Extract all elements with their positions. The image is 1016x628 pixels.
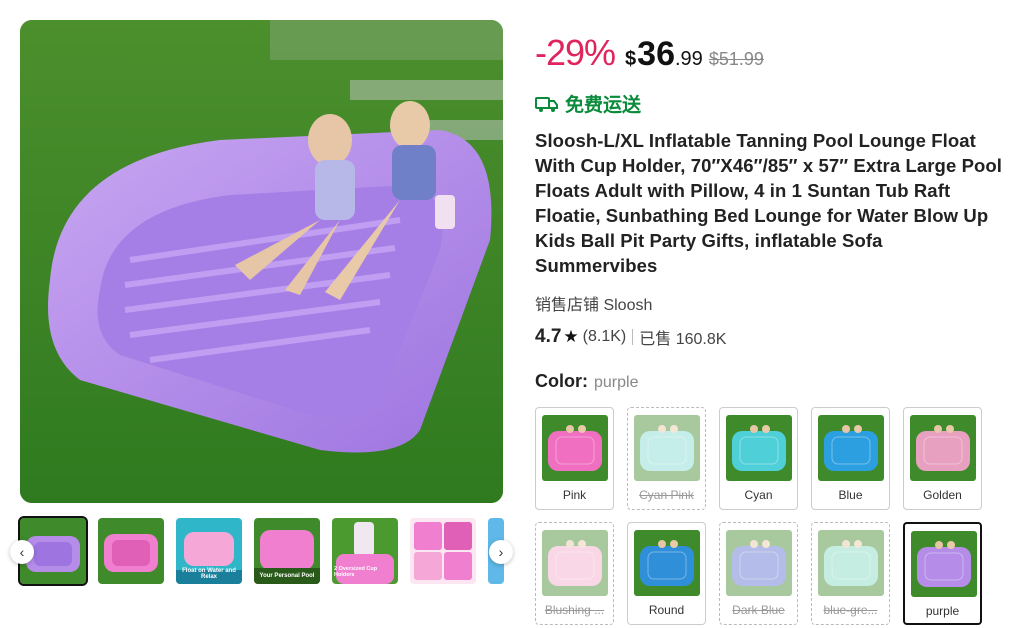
color-option-image [542,415,608,481]
store-link[interactable]: 销售店铺 Sloosh [535,291,652,315]
color-option-label: Golden [923,488,962,502]
thumbnail-2[interactable] [98,518,164,584]
color-option[interactable]: purple [903,522,982,625]
color-option-label: purple [925,604,960,618]
product-photo [20,20,503,503]
color-option-label: Blue [838,488,863,502]
thumbnail-strip: Float on Water and Relax Your Personal P… [10,516,513,588]
thumbnail-4[interactable]: Your Personal Pool [254,518,320,584]
color-option-image [818,530,884,596]
star-icon: ★ [563,327,579,346]
color-option[interactable]: Cyan Pink [627,407,706,510]
color-option[interactable]: Golden [903,407,982,510]
color-option-image [542,530,608,596]
free-shipping-label: 免费运送 [565,95,642,116]
color-option[interactable]: Blue [811,407,890,510]
color-option-label: Pink [562,488,587,502]
chevron-left-icon: ‹ [19,544,25,560]
sold-count: 已售 160.8K [639,331,727,348]
thumbnail-5[interactable]: 2 Oversized Cup Holders [332,518,398,584]
color-option-label: Round [648,603,685,617]
price-decimal: .99 [675,48,703,70]
discount-percent: -29% [535,32,616,73]
thumbnail-5-caption: 2 Oversized Cup Holders [334,566,378,578]
color-option-label: blue-gre... [823,603,878,617]
truck-icon [535,96,558,112]
original-price: $51.99 [708,49,764,69]
color-option-image [726,530,792,596]
review-count: (8.1K) [582,328,627,345]
free-shipping[interactable]: 免费运送 [535,90,641,117]
color-option-image [818,415,884,481]
price-currency: $ [625,48,637,70]
color-option[interactable]: Cyan [719,407,798,510]
thumbnail-3-caption: Float on Water and Relax [182,568,236,580]
thumbnail-4-caption: Your Personal Pool [259,573,315,579]
color-swatch-grid: Pink Cyan Pink Cyan Blue Golden Blushing ... R… [535,405,985,625]
color-option[interactable]: Round [627,522,706,625]
main-product-image[interactable] [20,20,503,503]
color-label: Color: purple [535,371,638,392]
color-option[interactable]: Dark Blue [719,522,798,625]
color-option-image [910,415,976,481]
price-row: -29% $ 36 .99 $51.99 [535,32,764,74]
color-option-image [911,531,977,597]
thumbnail-3[interactable]: Float on Water and Relax [176,518,242,584]
rating-row[interactable]: 4.7 ★ (8.1K) 已售 160.8K [535,325,726,349]
selected-color-value: purple [594,374,639,391]
color-option[interactable]: blue-gre... [811,522,890,625]
thumbnail-6[interactable] [410,518,476,584]
color-option-label: Cyan [744,488,773,502]
color-option[interactable]: Blushing ... [535,522,614,625]
color-option-label: Dark Blue [732,603,785,617]
chevron-right-icon: › [498,544,504,560]
price-integer: 36 [637,35,675,73]
color-option-image [726,415,792,481]
color-option-image [634,415,700,481]
thumbnails-prev-button[interactable]: ‹ [10,540,34,564]
color-label-text: Color: [535,371,588,391]
divider [632,329,634,345]
color-option-image [634,530,700,596]
color-option[interactable]: Pink [535,407,614,510]
thumbnails-next-button[interactable]: › [489,540,513,564]
product-title: Sloosh-L/XL Inflatable Tanning Pool Loun… [535,130,1003,276]
color-option-label: Cyan Pink [639,488,694,502]
color-option-label: Blushing ... [544,603,605,617]
rating-score: 4.7 [535,326,562,347]
